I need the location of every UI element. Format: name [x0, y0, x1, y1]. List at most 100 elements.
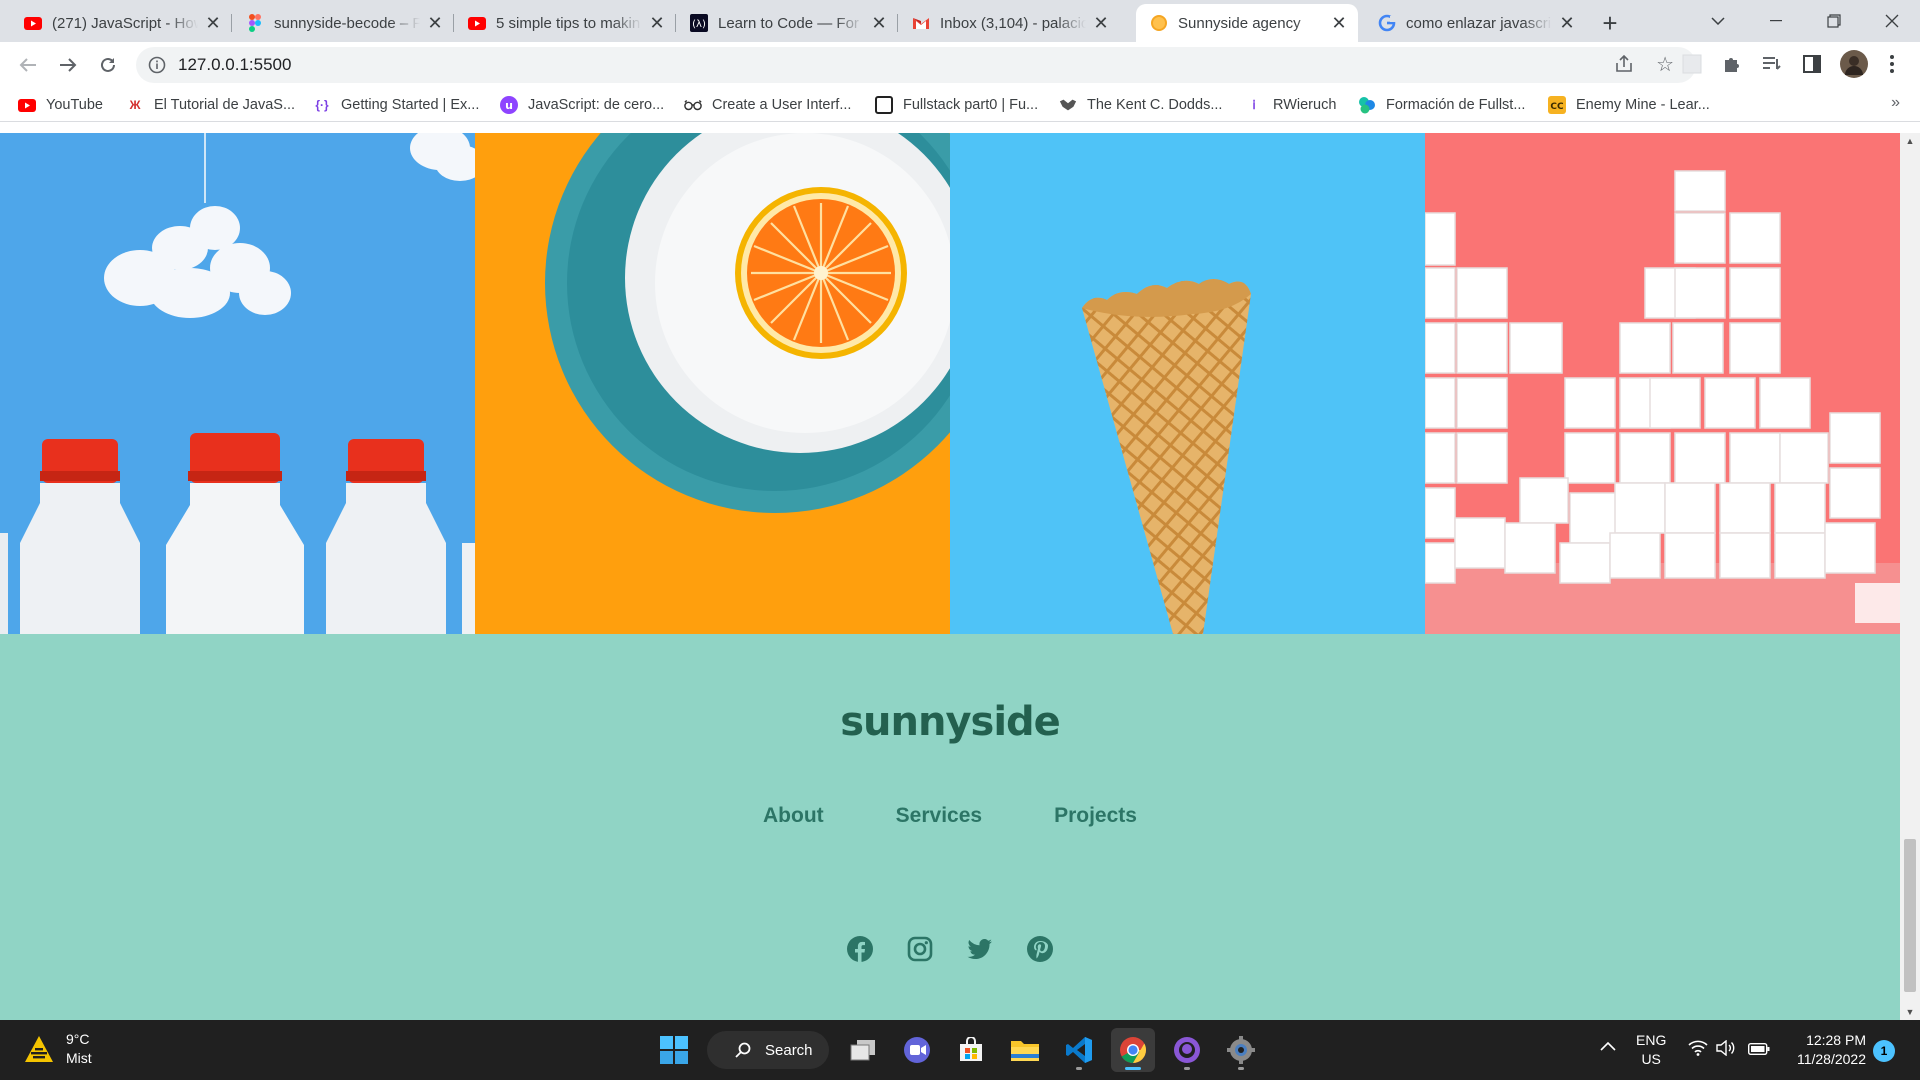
- search-icon: [735, 1042, 751, 1058]
- bookmark-tutorial-js[interactable]: Ж El Tutorial de JavaS...: [126, 94, 295, 116]
- orange-icon: [1150, 14, 1168, 32]
- store-button[interactable]: [949, 1028, 993, 1072]
- tab-title: (271) JavaScript - How: [52, 14, 198, 32]
- volume-icon[interactable]: [1716, 1039, 1736, 1059]
- reload-button[interactable]: [92, 49, 124, 81]
- reading-list-icon[interactable]: [1760, 52, 1784, 76]
- active-indicator: [1125, 1067, 1141, 1070]
- notification-badge[interactable]: 1: [1873, 1040, 1895, 1062]
- tab-title: Learn to Code — For: [718, 14, 859, 32]
- bookmark-label: RWieruch: [1273, 97, 1337, 113]
- vscode-button[interactable]: [1057, 1028, 1101, 1072]
- gear-icon: [1227, 1036, 1255, 1064]
- footer-link-about[interactable]: About: [763, 804, 824, 828]
- tab-gmail[interactable]: Inbox (3,104) - palacio ✕: [898, 4, 1120, 42]
- tab-title: Inbox (3,104) - palacio: [940, 14, 1086, 32]
- close-icon[interactable]: ✕: [1558, 13, 1576, 34]
- close-icon[interactable]: ✕: [204, 13, 222, 34]
- bookmark-fullstack[interactable]: Fullstack part0 | Fu...: [875, 94, 1038, 116]
- close-icon[interactable]: ✕: [1092, 13, 1110, 34]
- address-bar[interactable]: 127.0.0.1:5500 ☆: [136, 47, 1696, 83]
- enemy-mine-icon: CC: [1548, 96, 1566, 114]
- footer-logo[interactable]: sunnyside: [0, 699, 1900, 745]
- chrome-icon: [1120, 1037, 1147, 1064]
- start-button[interactable]: [652, 1028, 696, 1072]
- gmail-icon: [912, 14, 930, 32]
- weather-warning-icon: [25, 1036, 53, 1062]
- pinterest-icon[interactable]: [1027, 936, 1053, 962]
- tab-figma[interactable]: sunnyside-becode – F ✕: [232, 4, 454, 42]
- new-tab-button[interactable]: +: [1595, 8, 1625, 38]
- close-icon[interactable]: ✕: [648, 13, 666, 34]
- chrome-button[interactable]: [1111, 1028, 1155, 1072]
- taskbar-search[interactable]: Search: [707, 1031, 829, 1069]
- twitter-icon[interactable]: [967, 936, 993, 962]
- scroll-down-arrow[interactable]: ▼: [1904, 1006, 1916, 1018]
- tray-overflow-chevron[interactable]: [1600, 1038, 1616, 1054]
- task-view-button[interactable]: [841, 1028, 885, 1072]
- weather-widget[interactable]: 9°C Mist: [24, 1030, 92, 1068]
- close-icon[interactable]: ✕: [1330, 13, 1348, 34]
- bookmark-enemy-mine[interactable]: CC Enemy Mine - Lear...: [1548, 94, 1710, 116]
- scrollbar-thumb[interactable]: [1904, 839, 1916, 992]
- teams-chat-button[interactable]: [895, 1028, 939, 1072]
- social-links: [0, 936, 1900, 962]
- bookmark-javascript-cero[interactable]: u JavaScript: de cero...: [500, 94, 664, 116]
- tab-search-button[interactable]: [1690, 0, 1746, 42]
- wifi-icon[interactable]: [1688, 1040, 1708, 1059]
- bookmark-label: The Kent C. Dodds...: [1087, 97, 1223, 113]
- instagram-icon[interactable]: [907, 936, 933, 962]
- extensions-puzzle-icon[interactable]: [1720, 52, 1744, 76]
- menu-kebab-icon[interactable]: [1880, 52, 1904, 76]
- site-footer: sunnyside About Services Projects: [0, 634, 1900, 1020]
- bookmark-formacion[interactable]: Formación de Fullst...: [1358, 94, 1525, 116]
- tab-youtube-js[interactable]: (271) JavaScript - How ✕: [10, 4, 232, 42]
- site-info-icon[interactable]: [148, 56, 166, 74]
- close-window-button[interactable]: [1864, 0, 1920, 42]
- bookmark-create-ui[interactable]: Create a User Interf...: [684, 94, 851, 116]
- bookmark-star-icon[interactable]: ☆: [1656, 52, 1674, 77]
- file-explorer-button[interactable]: [1003, 1028, 1047, 1072]
- tab-youtube-tips[interactable]: 5 simple tips to makin ✕: [454, 4, 676, 42]
- bookmark-getting-started[interactable]: {·} Getting Started | Ex...: [313, 94, 479, 116]
- close-icon[interactable]: ✕: [870, 13, 888, 34]
- close-icon[interactable]: ✕: [426, 13, 444, 34]
- url-text[interactable]: 127.0.0.1:5500: [178, 55, 291, 75]
- formacion-icon: [1358, 96, 1376, 114]
- tab-freecodecamp[interactable]: (λ) Learn to Code — For ✕: [676, 4, 898, 42]
- battery-icon[interactable]: [1747, 1042, 1770, 1058]
- bookmarks-bar: YouTube Ж El Tutorial de JavaS... {·} Ge…: [0, 88, 1920, 122]
- page-viewport: sunnyside About Services Projects ▲ ▼: [0, 133, 1920, 1020]
- tab-title: Sunnyside agency: [1178, 14, 1301, 32]
- restore-button[interactable]: [1806, 0, 1862, 42]
- folder-icon: [1011, 1041, 1039, 1061]
- tab-google[interactable]: como enlazar javascri ✕: [1364, 4, 1586, 42]
- javascript-course-icon: u: [500, 96, 518, 114]
- minimize-button[interactable]: [1748, 0, 1804, 42]
- facebook-icon[interactable]: [847, 936, 873, 962]
- side-panel-icon[interactable]: [1800, 52, 1824, 76]
- svg-text:u: u: [505, 99, 513, 112]
- page-scrollbar[interactable]: ▲ ▼: [1900, 133, 1920, 1020]
- share-icon[interactable]: [1614, 54, 1634, 79]
- profile-avatar[interactable]: [1840, 50, 1868, 78]
- footer-link-projects[interactable]: Projects: [1054, 804, 1137, 828]
- back-button[interactable]: [12, 49, 44, 81]
- tab-sunnyside-active[interactable]: Sunnyside agency ✕: [1136, 4, 1358, 42]
- settings-button[interactable]: [1219, 1028, 1263, 1072]
- scroll-up-arrow[interactable]: ▲: [1904, 135, 1916, 147]
- footer-link-services[interactable]: Services: [896, 804, 982, 828]
- language-indicator[interactable]: ENG US: [1636, 1031, 1666, 1069]
- extension-placeholder-icon[interactable]: [1680, 52, 1704, 76]
- bookmark-label: Getting Started | Ex...: [341, 97, 480, 113]
- github-desktop-button[interactable]: [1165, 1028, 1209, 1072]
- svg-text:CC: CC: [1550, 102, 1564, 112]
- bookmark-kent-dodds[interactable]: The Kent C. Dodds...: [1059, 94, 1222, 116]
- bookmark-youtube[interactable]: YouTube: [18, 94, 103, 116]
- more-bookmarks-icon[interactable]: »: [1891, 94, 1900, 112]
- forward-button[interactable]: [52, 49, 84, 81]
- figma-icon: [246, 14, 264, 32]
- tab-title: 5 simple tips to makin: [496, 14, 641, 32]
- bookmark-rwieruch[interactable]: ⅰ RWieruch: [1245, 94, 1336, 116]
- system-clock[interactable]: 12:28 PM 11/28/2022: [1784, 1031, 1866, 1069]
